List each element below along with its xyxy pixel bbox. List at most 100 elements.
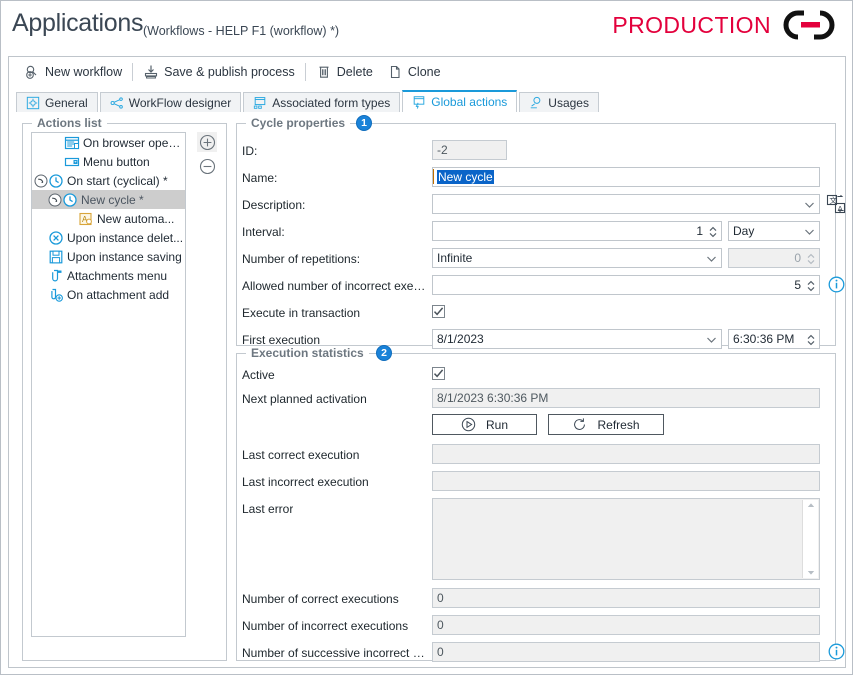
active-checkbox[interactable] (432, 367, 445, 380)
chevron-down-icon[interactable] (703, 250, 720, 267)
refresh-button[interactable]: Refresh (548, 414, 664, 435)
allowed-incorrect-input[interactable]: 5 (432, 275, 820, 295)
execute-transaction-checkbox[interactable] (432, 305, 445, 318)
remove-action-button[interactable] (197, 156, 217, 176)
last-error-label: Last error (242, 502, 294, 516)
copy-icon (390, 65, 400, 79)
toolbar-separator-2 (304, 63, 306, 81)
chevron-down-icon[interactable] (801, 223, 818, 240)
correct-count-value: 0 (432, 588, 820, 608)
clone-button[interactable]: Clone (380, 62, 448, 82)
toolbar: New workflow Save & publish process Dele… (9, 57, 845, 87)
cycle-properties-badge: 1 (356, 115, 372, 131)
allowed-incorrect-row: Allowed number of incorrect execu... 5 (242, 275, 845, 297)
allowed-incorrect-info-button[interactable] (828, 276, 845, 293)
last-correct-row: Last correct execution (242, 444, 830, 466)
brand-logo: PRODUCTION (612, 10, 840, 40)
list-item-selected[interactable]: New cycle * (32, 190, 185, 209)
tab-usages[interactable]: Usages (519, 92, 599, 113)
tab-associated-form-types-label: Associated form types (272, 95, 391, 110)
save-publish-icon (145, 65, 158, 79)
execution-statistics-panel: Execution statistics 2 Active Next plann… (236, 345, 845, 664)
list-item-label: Upon instance delet... (67, 230, 184, 245)
list-item-label: On attachment add (67, 287, 170, 302)
allowed-incorrect-stepper[interactable] (803, 277, 818, 294)
actions-tree[interactable]: On browser opening Menu button On start … (31, 132, 186, 637)
delete-label: Delete (336, 65, 373, 79)
next-activation-label: Next planned activation (242, 392, 367, 406)
gear-icon (26, 96, 40, 109)
repetitions-count-stepper (803, 250, 818, 267)
execution-statistics-title: Execution statistics (246, 346, 369, 360)
chevron-down-icon[interactable] (801, 196, 818, 213)
repetitions-count-input: 0 (728, 248, 820, 268)
incorrect-count-value: 0 (432, 615, 820, 635)
interval-label: Interval: (242, 225, 285, 239)
run-button[interactable]: Run (432, 414, 537, 435)
last-correct-value (432, 444, 820, 464)
run-button-label: Run (485, 417, 508, 432)
tab-usages-label: Usages (548, 95, 589, 110)
list-item[interactable]: Menu button (32, 152, 185, 171)
attachments-menu-icon (48, 268, 64, 284)
last-error-textarea[interactable] (432, 498, 820, 580)
active-row: Active (242, 364, 830, 386)
list-item[interactable]: A New automa... (32, 209, 185, 228)
interval-input[interactable]: 1 (432, 221, 722, 241)
actions-list-panel: Actions list On browser opening Menu but… (22, 116, 227, 661)
description-row: Description: 文 A (242, 194, 846, 216)
first-execution-time-value: 6:30:36 PM (733, 332, 795, 346)
menu-button-icon (64, 154, 80, 170)
last-correct-label: Last correct execution (242, 448, 360, 462)
execution-statistics-badge: 2 (376, 345, 392, 361)
delete-button[interactable]: Delete (309, 62, 380, 82)
id-label: ID: (242, 144, 258, 158)
info-icon (828, 643, 845, 660)
remove-icon (199, 158, 215, 174)
interval-stepper[interactable] (705, 223, 720, 240)
list-item[interactable]: On attachment add (32, 285, 185, 304)
new-workflow-button[interactable]: New workflow (17, 62, 129, 82)
new-workflow-label: New workflow (45, 65, 123, 79)
last-error-row: Last error (242, 498, 830, 580)
actions-list-title: Actions list (32, 116, 107, 130)
add-action-button[interactable] (197, 132, 217, 152)
tab-bar: General WorkFlow designer Associated for… (16, 90, 601, 113)
tab-workflow-designer[interactable]: WorkFlow designer (99, 92, 242, 113)
tab-general[interactable]: General (16, 92, 98, 113)
trash-icon (319, 66, 329, 78)
successive-incorrect-label: Number of successive incorrect ex... (242, 646, 427, 660)
save-icon (48, 249, 64, 265)
list-item[interactable]: Upon instance saving (32, 247, 185, 266)
tree-expander[interactable] (34, 174, 48, 188)
list-item[interactable]: On browser opening (32, 133, 185, 152)
id-value: -2 (432, 140, 507, 160)
repetitions-select[interactable]: Infinite (432, 248, 722, 268)
id-row: ID: -2 (242, 140, 830, 162)
list-item[interactable]: Attachments menu (32, 266, 185, 285)
description-input[interactable] (432, 194, 820, 214)
last-error-scrollbar[interactable] (802, 500, 818, 578)
page-header: Applications (Workflows - HELP F1 (workf… (1, 1, 852, 49)
interval-unit-select[interactable]: Day (728, 221, 820, 241)
successive-incorrect-row: Number of successive incorrect ex... 0 (242, 642, 845, 664)
execute-transaction-row: Execute in transaction (242, 302, 830, 324)
tab-associated-form-types[interactable]: Associated form types (243, 92, 401, 113)
repetitions-label: Number of repetitions: (242, 252, 361, 266)
correct-count-row: Number of correct executions 0 (242, 588, 830, 610)
nodes-icon (110, 96, 123, 109)
chain-link-icon (783, 10, 835, 40)
list-item[interactable]: On start (cyclical) * (32, 171, 185, 190)
tab-global-actions-label: Global actions (431, 95, 508, 109)
scroll-up-icon (807, 503, 814, 507)
list-item[interactable]: Upon instance delet... (32, 228, 185, 247)
refresh-button-label: Refresh (597, 417, 640, 432)
tree-expander[interactable] (48, 193, 62, 207)
name-input[interactable]: New cycle (432, 167, 820, 187)
tab-global-actions[interactable]: Global actions (402, 90, 518, 113)
interval-unit-value: Day (733, 224, 755, 238)
page-subtitle: (Workflows - HELP F1 (workflow) *) (143, 24, 340, 38)
successive-incorrect-info-button[interactable] (828, 643, 845, 660)
save-publish-button[interactable]: Save & publish process (136, 62, 302, 82)
translate-button[interactable]: 文 A (826, 194, 846, 214)
